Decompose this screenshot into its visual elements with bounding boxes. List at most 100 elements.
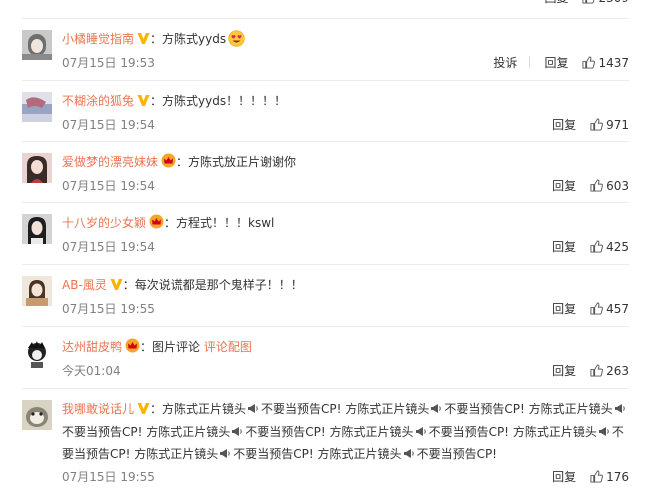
like-button[interactable]: 425 (590, 240, 629, 254)
comment-segment: 方陈式正片镜头 (329, 425, 414, 439)
comment-text: 方陈式yyds！！！！！ (162, 94, 287, 108)
v-badge-icon (137, 401, 150, 422)
report-button[interactable]: 投诉 (493, 56, 517, 70)
megaphone-icon (430, 400, 442, 421)
comment-text: 方陈式放正片谢谢你 (188, 155, 297, 169)
comment-segment: 不要当预告CP! (233, 447, 314, 461)
thumbs-up-icon (582, 56, 596, 69)
reply-button[interactable]: 回复 (552, 302, 576, 316)
comment-item: 达州甜皮鸭 ：图片评论 评论配图 今天01:04 回复 263 (0, 326, 651, 388)
avatar[interactable] (22, 214, 52, 244)
view-image-link[interactable]: 评论配图 (204, 340, 252, 354)
avatar[interactable] (22, 153, 52, 183)
comment-line: AB-風灵 ：每次说谎都是那个鬼样子！！！ (62, 275, 632, 297)
like-count: 1437 (598, 56, 629, 70)
comment-item: 不糊涂的狐兔 ：方陈式yyds！！！！！ 07月15日 19:54 回复 971 (0, 80, 651, 141)
crown-icon (125, 338, 140, 359)
thumbs-up-icon (590, 470, 604, 483)
v-badge-icon (110, 277, 123, 297)
like-count: 425 (606, 240, 629, 254)
like-button[interactable]: 1437 (582, 56, 629, 70)
comment-segment: 不要当预告CP! (428, 425, 509, 439)
avatar[interactable] (22, 30, 52, 60)
like-button[interactable]: 603 (590, 179, 629, 193)
comment-segment: 方陈式正片镜头 (134, 447, 219, 461)
crown-icon (161, 153, 176, 174)
like-count: 2309 (598, 0, 629, 5)
reply-button[interactable]: 回复 (544, 0, 568, 5)
comment-segment: 不要当预告CP! (245, 425, 326, 439)
reply-button[interactable]: 回复 (552, 240, 576, 254)
comment-time: 07月15日 19:54 (62, 118, 155, 132)
avatar[interactable] (22, 338, 52, 368)
comment-actions: 回复 2309 (530, 0, 629, 6)
comment-actions: 回复 263 (538, 363, 629, 379)
comment-time: 07月15日 19:55 (62, 470, 155, 484)
username[interactable]: 不糊涂的狐兔 (62, 94, 134, 108)
reply-button[interactable]: 回复 (552, 364, 576, 378)
comment-list: 回复2309 小橘睡觉指南：方陈式yyds 07月15日 19:53 投诉回复1… (0, 0, 651, 493)
username[interactable]: 达州甜皮鸭 (62, 340, 122, 354)
avatar[interactable] (22, 400, 52, 430)
comment-segment: 方陈式正片镜头 (345, 402, 430, 416)
comment-text: 每次说谎都是那个鬼样子！！！ (134, 278, 303, 292)
reply-button[interactable]: 回复 (552, 179, 576, 193)
like-button[interactable]: 263 (590, 364, 629, 378)
username[interactable]: 小橘睡觉指南 (62, 32, 134, 46)
comment-text: 方程式！！！kswl (176, 216, 275, 230)
comment-line: 爱做梦的漂亮妹妹 ：方陈式放正片谢谢你 (62, 152, 632, 174)
thumbs-up-icon (590, 118, 604, 131)
reply-button[interactable]: 回复 (552, 470, 576, 484)
comment-item: 我哪敢说话儿 ：方陈式正片镜头 不要当预告CP! 方陈式正片镜头 不要当预告CP! 方… (0, 388, 651, 493)
thumbs-up-icon (590, 240, 604, 253)
comment-actions: 投诉 回复 1437 (479, 55, 629, 71)
username[interactable]: 爱做梦的漂亮妹妹 (62, 155, 158, 169)
comment-time: 07月15日 19:54 (62, 240, 155, 254)
megaphone-icon (403, 445, 415, 466)
like-button[interactable]: 2309 (582, 0, 629, 5)
megaphone-icon (219, 445, 231, 466)
like-button[interactable]: 457 (590, 302, 629, 316)
comment-line: 我哪敢说话儿 ：方陈式正片镜头 不要当预告CP! 方陈式正片镜头 不要当预告CP! 方… (62, 399, 632, 466)
comment-text: 方陈式yyds (162, 32, 227, 46)
megaphone-icon (247, 400, 259, 421)
like-count: 457 (606, 302, 629, 316)
reply-button[interactable]: 回复 (552, 118, 576, 132)
username[interactable]: 十八岁的少女颖 (62, 216, 146, 230)
like-button[interactable]: 176 (590, 470, 629, 484)
comment-segment: 方陈式正片镜头 (162, 402, 247, 416)
comment-item: AB-風灵 ：每次说谎都是那个鬼样子！！！ 07月15日 19:55 回复 457 (0, 264, 651, 326)
thumbs-up-icon (590, 179, 604, 192)
comment-actions: 回复 425 (538, 239, 629, 255)
comment-segment: 方陈式正片镜头 (146, 425, 231, 439)
comment-time: 07月15日 19:54 (62, 179, 155, 193)
like-count: 603 (606, 179, 629, 193)
comment-segment: 方陈式正片镜头 (317, 447, 402, 461)
comment-segment: 不要当预告CP! (416, 447, 497, 461)
username[interactable]: AB-風灵 (62, 278, 107, 292)
thumbs-up-icon (590, 302, 604, 315)
comment-line: 小橘睡觉指南 ：方陈式yyds (62, 29, 632, 53)
megaphone-icon (231, 423, 243, 444)
heart-eyes-emoji-icon (228, 30, 245, 53)
v-badge-icon (137, 31, 150, 51)
like-count: 263 (606, 364, 629, 378)
username[interactable]: 我哪敢说话儿 (62, 402, 134, 416)
avatar[interactable] (22, 92, 52, 122)
comment-actions: 回复 971 (538, 117, 629, 133)
reply-button[interactable]: 回复 (544, 56, 568, 70)
like-button[interactable]: 971 (590, 118, 629, 132)
comment-segment: 方陈式正片镜头 (512, 425, 597, 439)
comment-time: 07月15日 19:55 (62, 302, 155, 316)
thumbs-up-icon (590, 364, 604, 377)
megaphone-icon (614, 400, 626, 421)
comment-segment: 不要当预告CP! (261, 402, 342, 416)
avatar[interactable] (22, 276, 52, 306)
comment-time: 今天01:04 (62, 364, 121, 378)
comment-item-partial: 回复 2309 (0, 0, 651, 10)
comment-actions: 回复 457 (538, 301, 629, 317)
v-badge-icon (137, 93, 150, 113)
comment-line: 不糊涂的狐兔 ：方陈式yyds！！！！！ (62, 91, 632, 113)
comment-line: 达州甜皮鸭 ：图片评论 评论配图 (62, 337, 632, 359)
comment-segment: 不要当预告CP! (444, 402, 525, 416)
